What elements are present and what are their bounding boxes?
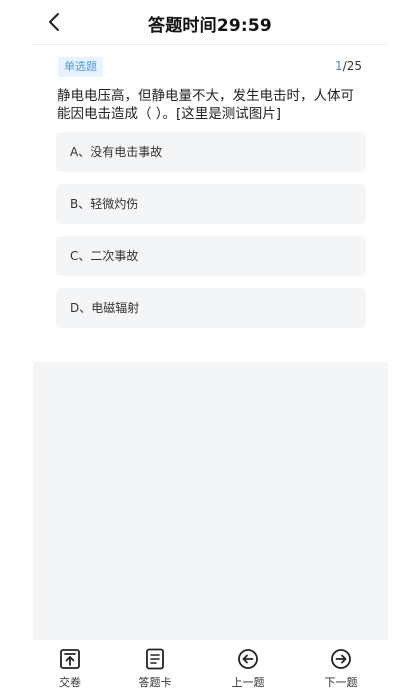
question-progress: 1/25 xyxy=(335,59,362,73)
question-image-placeholder xyxy=(33,362,388,640)
progress-total: /25 xyxy=(342,59,362,73)
answer-card-label: 答题卡 xyxy=(138,676,172,689)
previous-label: 上一题 xyxy=(231,676,265,689)
progress-current: 1 xyxy=(335,59,343,73)
next-label: 下一题 xyxy=(324,676,358,689)
bottom-nav: 交卷 答题卡 上一题 下一题 xyxy=(0,640,420,700)
header-divider xyxy=(32,44,388,45)
submit-icon xyxy=(60,649,80,669)
previous-button[interactable]: 上一题 xyxy=(213,648,283,696)
option-b[interactable]: B、轻微灼伤 xyxy=(56,184,366,224)
previous-icon xyxy=(238,649,258,669)
option-d[interactable]: D、电磁辐射 xyxy=(56,288,366,328)
next-icon xyxy=(331,649,351,669)
option-c[interactable]: C、二次事故 xyxy=(56,236,366,276)
top-bar: 答题时间29:59 xyxy=(0,0,420,45)
next-button[interactable]: 下一题 xyxy=(306,648,376,696)
answer-card-icon xyxy=(146,648,164,670)
option-a[interactable]: A、没有电击事故 xyxy=(56,132,366,172)
submit-label: 交卷 xyxy=(59,676,81,689)
submit-button[interactable]: 交卷 xyxy=(35,648,105,696)
question-text: 静电电压高，但静电量不大，发生电击时，人体可能因电击造成（ ）。[这里是测试图片… xyxy=(57,88,354,122)
answer-card-button[interactable]: 答题卡 xyxy=(120,648,190,696)
page-title: 答题时间29:59 xyxy=(148,16,272,36)
question-type-badge: 单选题 xyxy=(58,57,103,77)
